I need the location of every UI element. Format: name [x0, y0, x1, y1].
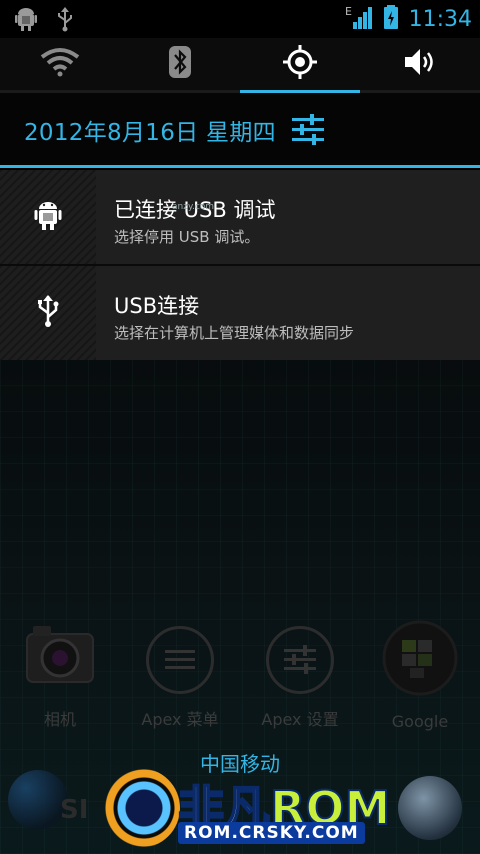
signal-icon: E — [345, 4, 373, 34]
wifi-toggle[interactable] — [0, 38, 120, 90]
notification-title: USB连接 — [114, 294, 200, 318]
notification-icon-area — [0, 170, 96, 264]
app-camera[interactable]: 相机 — [0, 620, 120, 740]
partial-text: SI — [60, 795, 89, 825]
gps-icon — [282, 44, 318, 84]
notification-usb-connection[interactable]: USB连接 选择在计算机上管理媒体和数据同步 — [0, 266, 480, 360]
sound-toggle[interactable] — [360, 38, 480, 90]
browser-globe-icon[interactable] — [398, 776, 462, 840]
app-apex-settings[interactable]: Apex 设置 — [240, 620, 360, 740]
wifi-icon — [40, 47, 80, 81]
site-logo: 非凡RQM ROM.CRSKY.COM — [96, 762, 396, 854]
usb-icon — [56, 6, 74, 36]
quick-settings-bar — [0, 38, 480, 93]
menu-icon — [146, 626, 214, 694]
app-label: Apex 设置 — [261, 710, 339, 729]
volume-icon — [402, 46, 438, 82]
android-debug-icon — [14, 6, 38, 36]
date-label: 2012年8月16日 星期四 — [24, 120, 276, 146]
notification-subtitle: 选择在计算机上管理媒体和数据同步 — [114, 324, 355, 342]
settings-sliders-icon[interactable] — [290, 111, 326, 151]
bluetooth-icon — [167, 45, 193, 83]
usb-icon — [36, 293, 60, 333]
app-label: 相机 — [43, 710, 76, 729]
dock-shortcut-icon[interactable] — [8, 770, 68, 830]
app-label: Google — [391, 712, 449, 731]
camera-icon — [23, 620, 97, 694]
notification-icon-area — [0, 266, 96, 360]
bluetooth-toggle[interactable] — [120, 38, 240, 90]
battery-charging-icon — [383, 4, 399, 34]
gps-toggle[interactable] — [240, 38, 360, 93]
google-folder-icon — [378, 620, 462, 700]
android-debug-icon — [34, 198, 62, 236]
notification-subtitle: 选择停用 USB 调试。 — [114, 228, 260, 246]
logo-url: ROM.CRSKY.COM — [178, 822, 365, 844]
network-type: E — [345, 5, 352, 18]
clock: 11:34 — [408, 6, 472, 32]
app-apex-menu[interactable]: Apex 菜单 — [120, 620, 240, 740]
notification-usb-debugging[interactable]: 已连接 USB 调试 选择停用 USB 调试。 — [0, 170, 480, 264]
app-label: Apex 菜单 — [141, 710, 219, 729]
settings-sliders-icon — [266, 626, 334, 694]
app-google-folder[interactable]: Google — [360, 620, 480, 740]
site-watermark: anzy.com — [172, 202, 215, 212]
notification-header: 2012年8月16日 星期四 — [0, 93, 480, 168]
logo-emblem-icon — [100, 768, 180, 848]
status-bar: E 11:34 — [0, 0, 480, 38]
